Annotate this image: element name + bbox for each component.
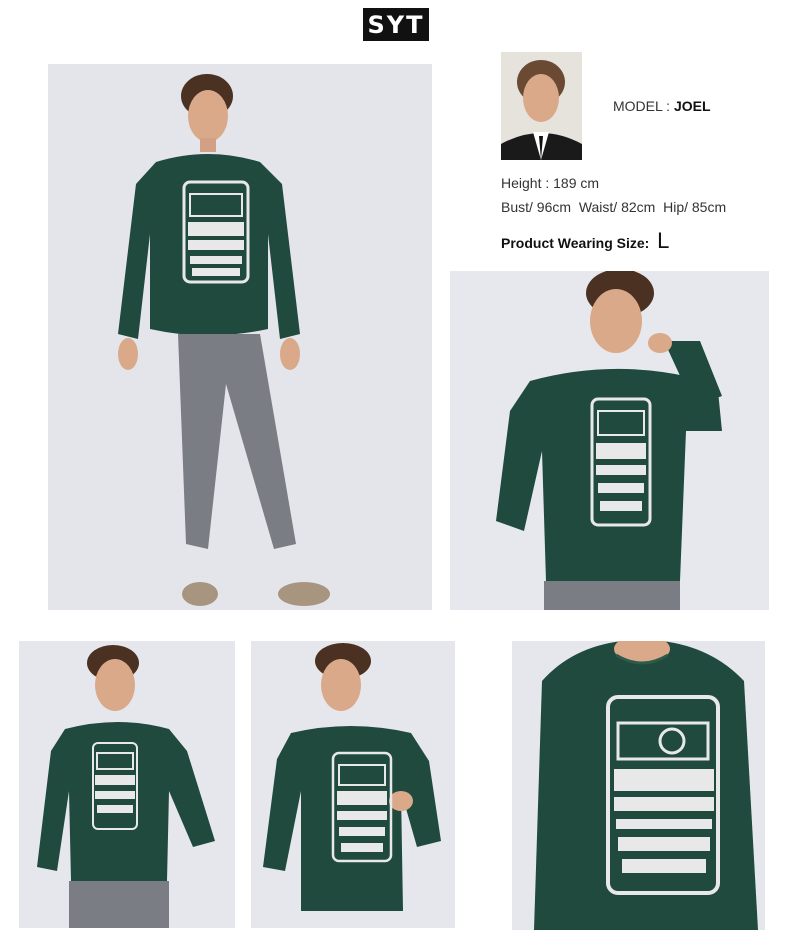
product-photo-full-body	[48, 64, 432, 610]
wearing-size-line: Product Wearing Size: L	[501, 228, 669, 254]
model-name-line: MODEL : JOEL	[613, 98, 711, 114]
model-full-body-illustration	[48, 64, 432, 610]
product-photo-upper-body	[450, 271, 769, 610]
model-smiling-illustration	[19, 641, 235, 928]
model-waist: Waist/ 82cm	[578, 199, 656, 215]
model-label: MODEL :	[613, 98, 671, 114]
model-height: Height : 189 cm	[501, 175, 600, 191]
wearing-size-value: L	[657, 228, 670, 253]
product-photo-print-closeup	[512, 641, 765, 930]
product-photo-smiling	[19, 641, 235, 928]
brand-logo: SYT	[363, 8, 429, 41]
model-upper-body-illustration	[450, 271, 769, 610]
model-bust: Bust/ 96cm	[501, 199, 572, 215]
wearing-size-label: Product Wearing Size:	[501, 235, 650, 251]
model-looking-down-illustration	[251, 641, 455, 928]
model-name: JOEL	[673, 98, 711, 114]
product-photo-looking-down	[251, 641, 455, 928]
model-headshot	[501, 52, 582, 160]
model-hip: Hip/ 85cm	[663, 199, 727, 215]
model-headshot-illustration	[501, 52, 582, 160]
print-closeup-illustration	[512, 641, 765, 930]
model-measurements: Bust/ 96cm Waist/ 82cm Hip/ 85cm	[501, 199, 726, 215]
